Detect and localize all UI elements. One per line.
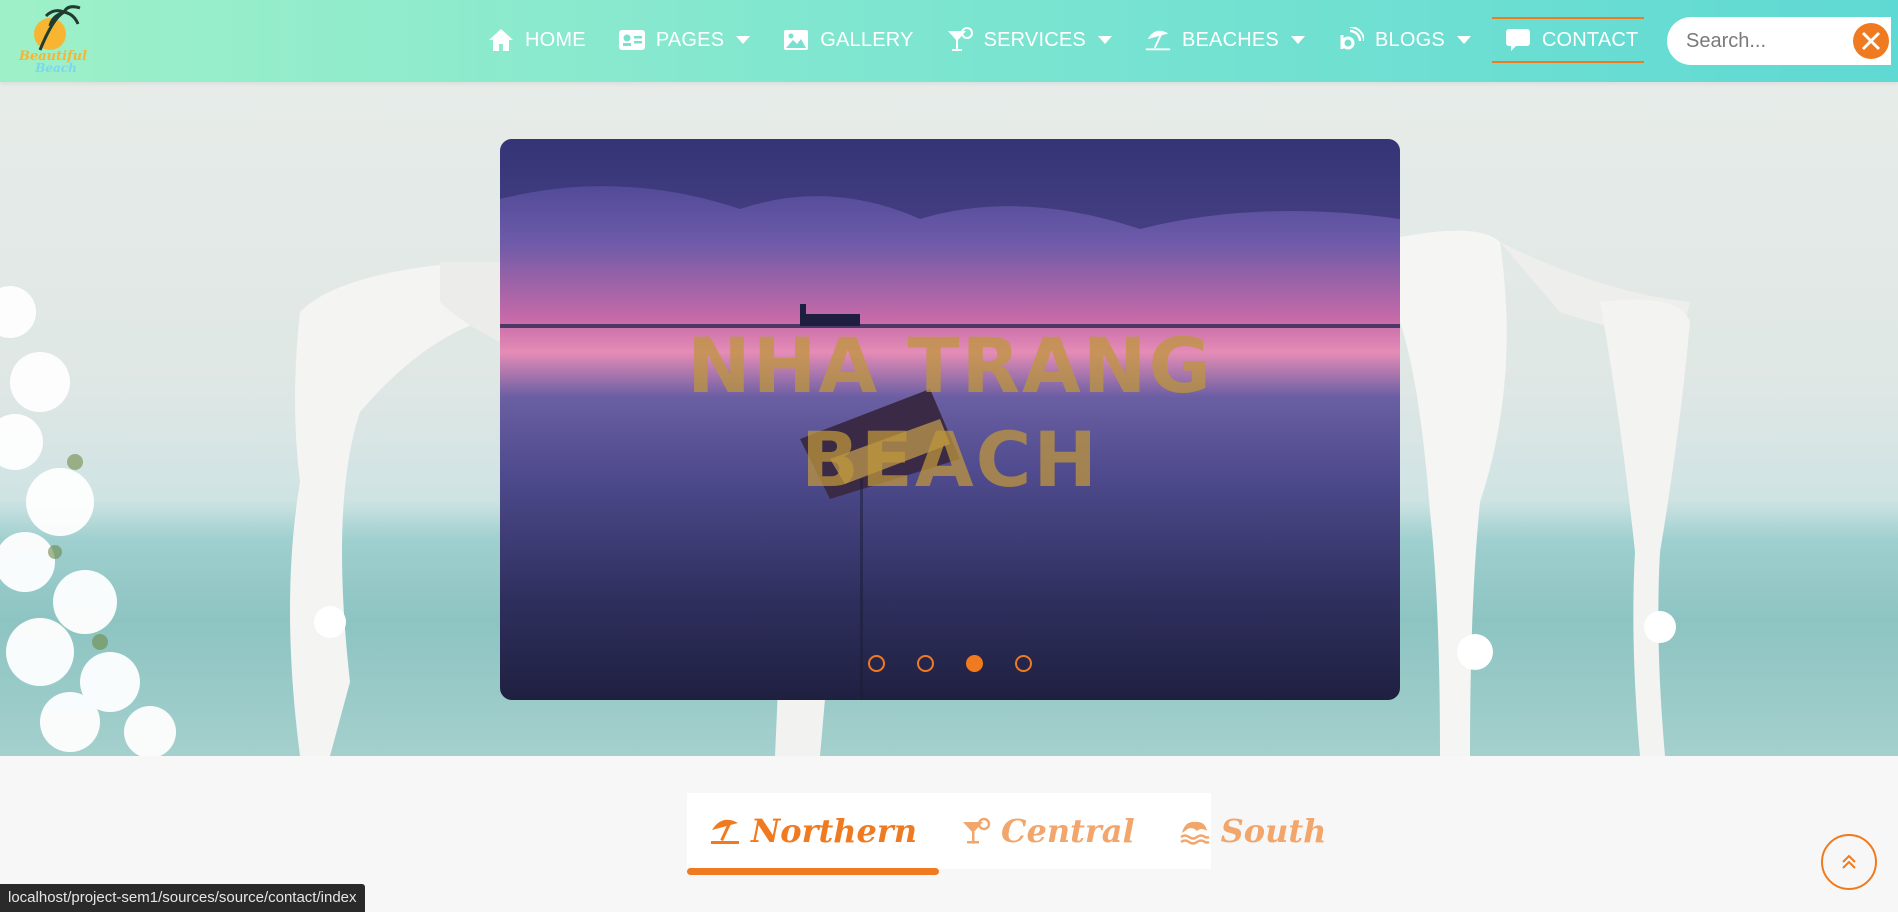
tab-south-label: South: [1220, 812, 1327, 850]
umbrella-beach-icon: [1144, 26, 1172, 54]
water-icon: [1179, 817, 1211, 845]
nav-gallery-label: GALLERY: [820, 28, 914, 51]
nav-gallery[interactable]: GALLERY: [771, 16, 924, 64]
main-nav: HOME PAGES GALLERY SERVICES BEACHES BLOG…: [476, 16, 1654, 64]
logo-palm-sun-icon: Beautiful Beach: [18, 5, 87, 75]
slider-dot-3[interactable]: [966, 655, 983, 672]
blog-icon: [1337, 26, 1365, 54]
nav-contact-label: CONTACT: [1541, 28, 1639, 51]
caret-down-icon: [1290, 36, 1305, 44]
nav-services[interactable]: SERVICES: [935, 16, 1123, 64]
nav-pages[interactable]: PAGES: [607, 16, 761, 64]
hero-slide[interactable]: NHA TRANG BEACH: [500, 139, 1400, 700]
slider-dot-4[interactable]: [1015, 655, 1032, 672]
nav-pages-label: PAGES: [655, 28, 725, 51]
image-icon: [782, 26, 810, 54]
nav-home-label: HOME: [525, 28, 586, 51]
nav-blogs[interactable]: BLOGS: [1326, 16, 1482, 64]
slider-dot-2[interactable]: [917, 655, 934, 672]
caret-down-icon: [736, 36, 751, 44]
tab-central-label: Central: [1000, 812, 1135, 850]
home-icon: [487, 26, 515, 54]
tab-northern-label: Northern: [751, 812, 917, 850]
nav-home[interactable]: HOME: [476, 16, 597, 64]
nav-contact[interactable]: CONTACT: [1491, 17, 1645, 63]
umbrella-beach-icon: [709, 817, 741, 845]
browser-status-url: localhost/project-sem1/sources/source/co…: [0, 884, 365, 912]
search-box: [1667, 17, 1891, 65]
close-icon: [1861, 31, 1881, 51]
tab-northern[interactable]: Northern: [687, 793, 939, 875]
region-tabs: Northern Central South: [687, 793, 1326, 875]
double-chevron-up-icon: [1842, 854, 1856, 869]
cocktail-icon: [946, 26, 974, 54]
slide-title-line2: BEACH: [800, 415, 1100, 504]
nav-services-label: SERVICES: [983, 28, 1086, 51]
site-logo[interactable]: Beautiful Beach: [18, 4, 88, 76]
site-header: Beautiful Beach HOME PAGES GALLERY SERVI…: [0, 0, 1898, 82]
caret-down-icon: [1456, 36, 1471, 44]
nav-beaches-label: BEACHES: [1181, 28, 1279, 51]
slider-dots: [500, 655, 1400, 672]
tab-south[interactable]: South: [1157, 793, 1349, 869]
cocktail-icon: [961, 817, 991, 845]
hero-banner: NHA TRANG BEACH: [0, 82, 1898, 756]
logo-text-line2: Beach: [34, 61, 77, 75]
tab-central[interactable]: Central: [939, 793, 1157, 869]
search-clear-button[interactable]: [1853, 23, 1889, 59]
caret-down-icon: [1097, 36, 1112, 44]
id-card-icon: [618, 26, 646, 54]
back-to-top-button[interactable]: [1821, 834, 1877, 890]
slide-title-line1: NHA TRANG: [687, 321, 1213, 410]
search-input[interactable]: [1667, 29, 1837, 53]
nav-beaches[interactable]: BEACHES: [1133, 16, 1316, 64]
comment-icon: [1504, 26, 1532, 54]
nav-blogs-label: BLOGS: [1374, 28, 1445, 51]
slider-dot-1[interactable]: [868, 655, 885, 672]
slide-title: NHA TRANG BEACH: [500, 319, 1400, 507]
